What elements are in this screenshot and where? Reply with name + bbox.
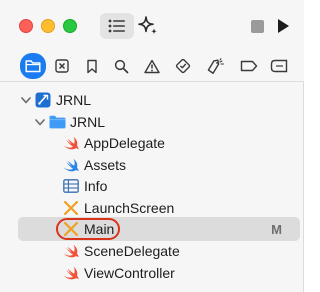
bookmark-icon: [87, 59, 97, 73]
stop-icon: [250, 19, 264, 33]
close-window-button[interactable]: [19, 19, 33, 33]
sparkle-icon: [138, 16, 157, 35]
tab-source-control-navigator[interactable]: [49, 54, 75, 78]
debug-tag-icon: [207, 58, 224, 74]
tab-report-navigator[interactable]: [266, 54, 292, 78]
project-label: JRNL: [56, 92, 92, 108]
folder-icon: [25, 60, 41, 73]
tab-issue-navigator[interactable]: [139, 54, 165, 78]
tree-row-file[interactable]: ViewController: [0, 261, 304, 285]
zoom-window-button[interactable]: [63, 19, 77, 33]
file-label: ViewController: [84, 265, 175, 281]
tab-bookmark-navigator[interactable]: [79, 54, 105, 78]
tab-find-navigator[interactable]: [108, 54, 134, 78]
swift-icon: [62, 264, 80, 282]
xcode-window: JRNL JRNL AppDelegate Assets Info Launch…: [0, 0, 304, 292]
navigator-selector-bar: [0, 50, 304, 82]
breakpoint-icon: [240, 60, 258, 72]
file-label: Assets: [84, 157, 127, 173]
file-label: Info: [84, 178, 108, 194]
tree-row-file[interactable]: AppDelegate: [0, 131, 304, 155]
report-icon: [270, 59, 288, 73]
plist-icon: [62, 177, 80, 195]
warning-icon: [144, 59, 160, 73]
source-control-icon: [55, 59, 69, 73]
tab-project-navigator[interactable]: [20, 53, 46, 79]
blue-folder-icon: [48, 113, 66, 131]
highlight-annotation-ring: [56, 218, 120, 240]
title-bar: [0, 0, 304, 50]
sidebar-toggle-button[interactable]: [100, 13, 134, 39]
tab-debug-navigator[interactable]: [202, 54, 228, 78]
magnifier-icon: [114, 59, 128, 73]
storyboard-icon: [62, 199, 80, 217]
play-icon: [278, 19, 289, 33]
disclosure-chevron-down-icon[interactable]: [20, 94, 32, 106]
tree-row-project[interactable]: JRNL: [0, 88, 304, 112]
test-diamond-icon: [175, 58, 191, 74]
tab-breakpoint-navigator[interactable]: [236, 54, 262, 78]
tree-row-file[interactable]: SceneDelegate: [0, 239, 304, 263]
run-button[interactable]: [272, 13, 294, 39]
tree-row-file[interactable]: Info: [0, 174, 304, 198]
coding-assistant-button[interactable]: [134, 13, 162, 39]
stop-button[interactable]: [247, 13, 267, 39]
file-label: SceneDelegate: [84, 243, 180, 259]
asset-catalog-icon: [62, 156, 80, 174]
group-label: JRNL: [70, 114, 106, 130]
swift-icon: [62, 134, 80, 152]
sidebar-list-icon: [108, 19, 125, 33]
swift-icon: [62, 242, 80, 260]
minimize-window-button[interactable]: [41, 19, 55, 33]
xcode-project-icon: [34, 91, 52, 109]
tab-test-navigator[interactable]: [170, 54, 196, 78]
file-label: AppDelegate: [84, 135, 165, 151]
disclosure-chevron-down-icon[interactable]: [34, 116, 46, 128]
file-label: LaunchScreen: [84, 200, 175, 216]
modified-status-badge: M: [271, 221, 282, 237]
